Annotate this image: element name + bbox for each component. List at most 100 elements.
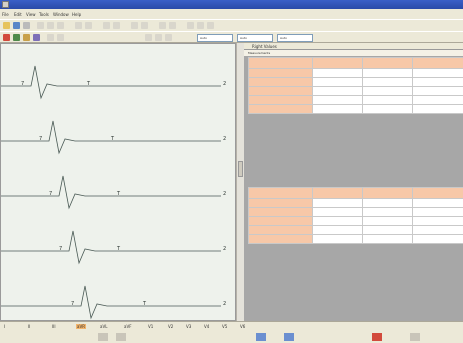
lead-tab[interactable]: V4 <box>204 324 209 329</box>
table-row[interactable] <box>248 77 463 87</box>
grid-icon[interactable] <box>159 22 166 29</box>
gain-icon[interactable] <box>155 34 162 41</box>
zoom-in-icon[interactable] <box>103 22 110 29</box>
ecg-vertical-scrollbar[interactable] <box>236 43 244 321</box>
table-cell <box>312 198 363 208</box>
ecg-trace-pane[interactable]: 7T27T27T27T27T2 <box>0 43 236 321</box>
alert-icon[interactable] <box>372 333 382 341</box>
menu-view[interactable]: View <box>26 12 36 17</box>
column-header[interactable] <box>312 187 363 199</box>
save-icon[interactable] <box>13 22 20 29</box>
ecg-marker-start[interactable]: 7 <box>21 81 24 87</box>
lead-tab[interactable]: V5 <box>222 324 227 329</box>
ruler-icon[interactable] <box>131 22 138 29</box>
ecg-marker-start[interactable]: 7 <box>59 246 62 252</box>
ecg-marker-start[interactable]: 7 <box>71 301 74 307</box>
menu-tools[interactable]: Tools <box>39 12 49 17</box>
speed-icon[interactable] <box>145 34 152 41</box>
prev-icon[interactable] <box>98 333 108 341</box>
column-header[interactable] <box>312 57 363 69</box>
lead-tab[interactable]: II <box>28 324 30 329</box>
ecg-right-marker[interactable]: 2 <box>223 81 226 87</box>
row-label <box>248 216 313 226</box>
table-cell <box>362 77 413 87</box>
record-icon[interactable] <box>3 34 10 41</box>
layout-icon[interactable] <box>169 22 176 29</box>
column-header[interactable] <box>412 187 463 199</box>
lead-tab[interactable]: V3 <box>186 324 191 329</box>
ecg-right-marker[interactable]: 2 <box>223 191 226 197</box>
info-icon[interactable] <box>207 22 214 29</box>
ecg-marker-start[interactable]: 7 <box>39 136 42 142</box>
next-icon[interactable] <box>116 333 126 341</box>
column-header[interactable] <box>362 57 413 69</box>
ecg-right-marker[interactable]: 2 <box>223 136 226 142</box>
table-cell <box>312 207 363 217</box>
gain-select[interactable]: Auto <box>237 34 273 42</box>
row-label <box>248 234 313 244</box>
ecg-right-marker[interactable]: 2 <box>223 301 226 307</box>
menu-help[interactable]: Help <box>72 12 81 17</box>
table-row[interactable] <box>248 86 463 96</box>
row-label <box>248 77 313 87</box>
exit-icon[interactable] <box>410 333 420 341</box>
measure-icon[interactable] <box>57 34 64 41</box>
column-header[interactable] <box>248 187 313 199</box>
lead-icon[interactable] <box>33 34 40 41</box>
table-cell <box>312 234 363 244</box>
table-cell <box>412 216 463 226</box>
table-row[interactable] <box>248 198 463 208</box>
lead-tab[interactable]: aVF <box>124 324 132 329</box>
zoom-out-icon[interactable] <box>113 22 120 29</box>
bandwidth-icon[interactable] <box>165 34 172 41</box>
report-icon[interactable] <box>284 333 294 341</box>
filter-select[interactable]: Auto <box>277 34 313 42</box>
lead-tab[interactable]: V1 <box>148 324 153 329</box>
marker-icon[interactable] <box>23 34 30 41</box>
table-cell <box>312 95 363 105</box>
undo-icon[interactable] <box>75 22 82 29</box>
print-icon[interactable] <box>23 22 30 29</box>
column-header[interactable] <box>248 57 313 69</box>
ecg-right-marker[interactable]: 2 <box>223 246 226 252</box>
settings-icon[interactable] <box>197 22 204 29</box>
lead-tab[interactable]: aVL <box>100 324 107 329</box>
menu-file[interactable]: File <box>2 12 9 17</box>
play-icon[interactable] <box>13 34 20 41</box>
copy-icon[interactable] <box>47 22 54 29</box>
paste-icon[interactable] <box>57 22 64 29</box>
table-row[interactable] <box>248 225 463 235</box>
filter-icon[interactable] <box>187 22 194 29</box>
cut-icon[interactable] <box>37 22 44 29</box>
open-icon[interactable] <box>3 22 10 29</box>
speed-select[interactable]: Auto <box>197 34 233 42</box>
compare-icon[interactable] <box>47 34 54 41</box>
table-row[interactable] <box>248 68 463 78</box>
lead-tab-selected[interactable]: aVR <box>76 324 86 329</box>
table-cell <box>312 68 363 78</box>
scrollbar-thumb[interactable] <box>238 161 243 177</box>
lead-tab[interactable]: V2 <box>168 324 173 329</box>
column-header[interactable] <box>362 187 413 199</box>
menu-edit[interactable]: Edit <box>14 12 22 17</box>
menu-window[interactable]: Window <box>53 12 69 17</box>
view-icon[interactable] <box>256 333 266 341</box>
redo-icon[interactable] <box>85 22 92 29</box>
lead-tab[interactable]: III <box>52 324 56 329</box>
title-bar <box>0 0 463 9</box>
table-row[interactable] <box>248 234 463 244</box>
column-header[interactable] <box>412 57 463 69</box>
lead-tab[interactable]: I <box>4 324 5 329</box>
measurements-tab[interactable]: Measurements <box>244 50 463 56</box>
lead-tab[interactable]: V6 <box>240 324 245 329</box>
table-row[interactable] <box>248 207 463 217</box>
table-cell <box>362 68 413 78</box>
table-row[interactable] <box>248 95 463 105</box>
caliper-icon[interactable] <box>141 22 148 29</box>
pane-title: Right Values <box>252 44 277 49</box>
table-cell <box>362 207 413 217</box>
table-row[interactable] <box>248 216 463 226</box>
ecg-marker-start[interactable]: 7 <box>49 191 52 197</box>
menu-bar: File Edit View Tools Window Help <box>0 9 463 19</box>
table-row[interactable] <box>248 104 463 114</box>
